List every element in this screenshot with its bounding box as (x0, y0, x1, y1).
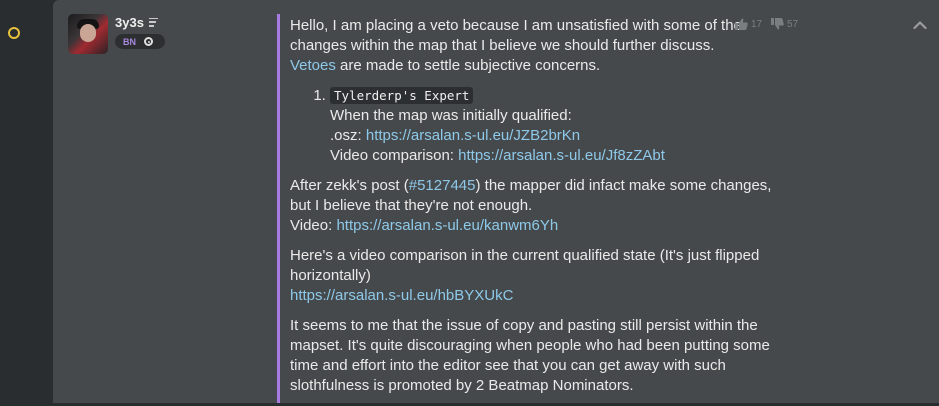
vetoes-link[interactable]: Vetoes (290, 57, 336, 74)
comparison-text: Here's a video comparison in the current… (290, 247, 760, 284)
followup-pre: After zekk's post ( (290, 177, 409, 194)
osz-link[interactable]: https://arsalan.s-ul.eu/JZB2brKn (366, 127, 580, 144)
post-author: 3y3s BN (68, 14, 165, 56)
thumbs-up-icon (735, 18, 748, 30)
paragraph-followup: After zekk's post (#5127445) the mapper … (290, 176, 775, 236)
discussion-post: 3y3s BN Hello, I am placing a veto becau… (53, 0, 939, 403)
avatar[interactable] (68, 14, 108, 54)
list-icon (148, 17, 158, 27)
ring-icon (144, 37, 153, 46)
downvote-button[interactable]: 57 (771, 18, 798, 30)
comparison-link[interactable]: https://arsalan.s-ul.eu/hbBYXUkC (290, 287, 513, 304)
osz-label: .osz: (330, 127, 366, 144)
video-label: Video: (290, 217, 337, 234)
list-item: Tylerderp's Expert When the map was init… (330, 86, 775, 166)
user-group-badge: BN (115, 34, 165, 49)
difficulty-list: Tylerderp's Expert When the map was init… (290, 86, 775, 166)
video-link[interactable]: https://arsalan.s-ul.eu/kanwm6Yh (336, 217, 558, 234)
paragraph-comparison: Here's a video comparison in the current… (290, 246, 775, 306)
author-meta: 3y3s BN (115, 14, 165, 56)
thumbs-down-icon (771, 18, 784, 30)
video-comparison-label: Video comparison: (330, 147, 459, 164)
chevron-up-icon[interactable] (913, 17, 927, 35)
intro-text: Hello, I am placing a veto because I am … (290, 17, 742, 54)
veto-accent-bar (277, 14, 280, 403)
downvote-count: 57 (787, 18, 799, 30)
vote-controls: 17 57 (729, 16, 939, 36)
username[interactable]: 3y3s (115, 15, 144, 30)
paragraph-intro: Hello, I am placing a veto because I am … (290, 16, 775, 76)
post-reference-link[interactable]: #5127445 (409, 177, 476, 194)
upvote-button[interactable]: 17 (735, 18, 762, 30)
video-comparison-link[interactable]: https://arsalan.s-ul.eu/Jf8zZAbt (458, 147, 665, 164)
upvote-count: 17 (751, 18, 763, 30)
bn-badge-label: BN (123, 36, 136, 47)
post-body: Hello, I am placing a veto because I am … (290, 16, 775, 406)
qualified-line: When the map was initially qualified: (330, 107, 572, 124)
intro-tail: are made to settle subjective concerns. (335, 57, 601, 74)
paragraph-conclusion: It seems to me that the issue of copy an… (290, 317, 770, 394)
timeline-dot-icon (8, 27, 20, 39)
difficulty-code: Tylerderp's Expert (330, 87, 474, 104)
